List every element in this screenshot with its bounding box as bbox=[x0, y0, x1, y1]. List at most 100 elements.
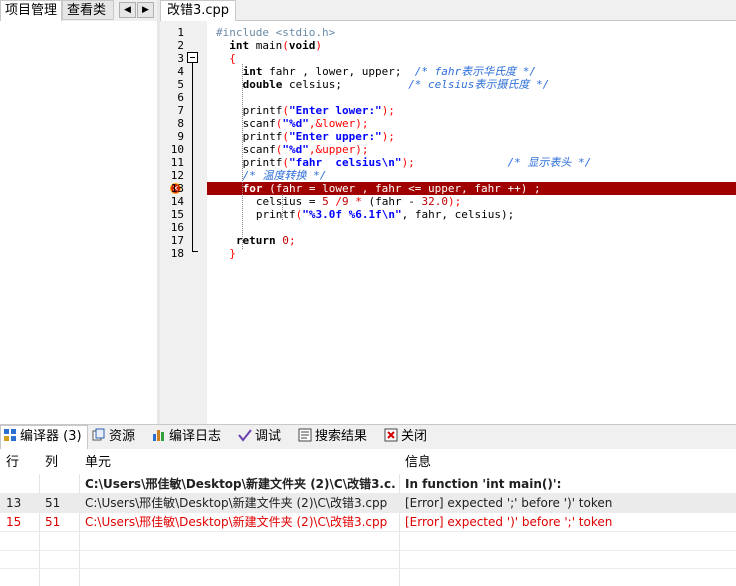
code-line: for (fahr = lower , fahr <= upper, fahr … bbox=[243, 182, 541, 195]
code-line: scanf("%d",&lower); bbox=[243, 117, 369, 130]
code-token: ( bbox=[282, 130, 289, 143]
code-token: ; bbox=[288, 234, 296, 247]
search-results-icon bbox=[298, 428, 312, 442]
code-line: } bbox=[229, 247, 236, 260]
code-token: "Enter lower:" bbox=[288, 104, 382, 117]
project-panel bbox=[0, 0, 157, 424]
tab-file[interactable]: 改错3.cpp bbox=[160, 0, 237, 21]
code-token: ); bbox=[447, 195, 462, 208]
code-line: /* 温度转换 */ bbox=[243, 169, 327, 182]
code-token: "%3.0f %6.1f\n" bbox=[302, 208, 402, 221]
tab-resources[interactable]: 资源 bbox=[92, 427, 135, 447]
code-token: int bbox=[229, 39, 250, 52]
tab-debug[interactable]: 调试 bbox=[238, 427, 281, 447]
code-token: void bbox=[288, 39, 316, 52]
code-line: printf("%3.0f %6.1f\n", fahr, celsius); bbox=[256, 208, 514, 221]
code-token: /* celsius表示摄氏度 */ bbox=[408, 78, 550, 91]
line-number: 3 bbox=[177, 52, 184, 65]
message-cell-info[interactable]: [Error] expected ')' before ';' token bbox=[405, 513, 735, 531]
line-number: 8 bbox=[177, 117, 184, 130]
tab-scroll-right-button[interactable]: ▶ bbox=[137, 2, 154, 18]
code-token: * bbox=[348, 195, 369, 208]
line-number: 16 bbox=[170, 221, 184, 234]
code-line: return 0; bbox=[236, 234, 296, 247]
code-token: ); bbox=[401, 156, 415, 169]
tab-scroll-left-button[interactable]: ◀ bbox=[119, 2, 136, 18]
message-cell-unit[interactable]: C:\Users\邢佳敏\Desktop\新建文件夹 (2)\C\改错3.cpp bbox=[85, 513, 395, 531]
message-cell-info[interactable]: In function 'int main()': bbox=[405, 475, 735, 493]
code-token: ); bbox=[381, 104, 395, 117]
message-cell-col[interactable] bbox=[45, 475, 75, 493]
tab-close-label: 关闭 bbox=[401, 429, 428, 444]
column-header-unit[interactable]: 单元 bbox=[85, 452, 111, 474]
code-token: 0 bbox=[275, 234, 289, 247]
line-number: 15 bbox=[170, 208, 184, 221]
code-token: ( bbox=[282, 156, 289, 169]
code-line: printf("fahr celsius\n"); /* 显示表头 */ bbox=[243, 156, 592, 169]
code-token: scanf bbox=[242, 117, 276, 130]
code-token: printf bbox=[255, 208, 296, 221]
line-number: 6 bbox=[177, 91, 184, 104]
line-number: 9 bbox=[177, 130, 184, 143]
message-cell-col[interactable]: 51 bbox=[45, 513, 75, 531]
code-token: main bbox=[249, 39, 283, 52]
code-token: celsius = bbox=[255, 195, 323, 208]
line-number: 18 bbox=[170, 247, 184, 260]
code-token: "Enter upper:" bbox=[288, 130, 382, 143]
code-token: #include <stdio.h> bbox=[216, 26, 336, 39]
column-divider bbox=[39, 474, 40, 586]
checkmark-icon bbox=[238, 428, 252, 442]
line-number: 14 bbox=[170, 195, 184, 208]
tab-compiler[interactable]: 编译器 (3) bbox=[0, 425, 88, 449]
tab-close[interactable]: 关闭 bbox=[384, 427, 427, 447]
fold-toggle-icon[interactable] bbox=[187, 52, 198, 63]
code-token: double bbox=[242, 78, 283, 91]
code-line: printf("Enter lower:"); bbox=[243, 104, 395, 117]
tab-resources-label: 资源 bbox=[109, 429, 136, 444]
code-token: fahr , lower, upper; bbox=[262, 65, 415, 78]
tab-search-results[interactable]: 搜索结果 bbox=[298, 427, 367, 447]
column-header-info[interactable]: 信息 bbox=[405, 452, 431, 474]
tab-search-results-label: 搜索结果 bbox=[315, 429, 368, 444]
code-token: } bbox=[229, 247, 236, 260]
close-icon bbox=[384, 428, 398, 442]
tab-compiler-label: 编译器 (3) bbox=[20, 429, 82, 444]
line-number: 11 bbox=[170, 156, 184, 169]
tab-class-view[interactable]: 查看类 bbox=[62, 0, 114, 20]
fold-line bbox=[192, 63, 193, 252]
line-number: 12 bbox=[170, 169, 184, 182]
code-line: celsius = 5 /9 * (fahr - 32.0); bbox=[256, 195, 461, 208]
tab-compile-log[interactable]: 编译日志 bbox=[152, 427, 221, 447]
line-number: 7 bbox=[177, 104, 184, 117]
code-line: #include <stdio.h> bbox=[216, 26, 335, 39]
indent-guide bbox=[282, 194, 283, 220]
line-number: 5 bbox=[177, 78, 184, 91]
message-cell-unit[interactable]: C:\Users\邢佳敏\Desktop\新建文件夹 (2)\C\改错3.cpp bbox=[85, 494, 395, 512]
compiler-grid-icon bbox=[3, 428, 17, 442]
code-token: "fahr celsius\n" bbox=[288, 156, 402, 169]
code-token: ( bbox=[282, 104, 289, 117]
code-token: ); bbox=[381, 130, 395, 143]
code-token: celsius; bbox=[282, 78, 409, 91]
code-line: printf("Enter upper:"); bbox=[243, 130, 395, 143]
column-divider bbox=[399, 474, 400, 586]
editor-tab-strip bbox=[160, 0, 736, 21]
column-header-col[interactable]: 列 bbox=[45, 452, 58, 474]
code-token: printf bbox=[242, 104, 283, 117]
tab-project-manager[interactable]: 项目管理 bbox=[0, 0, 62, 21]
code-line: int fahr , lower, upper; /* fahr表示华氏度 */ bbox=[243, 65, 536, 78]
line-number: 10 bbox=[170, 143, 184, 156]
code-token: /* 显示表头 */ bbox=[507, 156, 592, 169]
row-divider bbox=[0, 568, 736, 569]
column-header-line[interactable]: 行 bbox=[6, 452, 19, 474]
code-token: 5 bbox=[322, 195, 329, 208]
message-cell-info[interactable]: [Error] expected ';' before ')' token bbox=[405, 494, 735, 512]
code-token: "%d" bbox=[282, 143, 309, 156]
message-cell-line[interactable]: 13 bbox=[6, 494, 36, 512]
message-cell-col[interactable]: 51 bbox=[45, 494, 75, 512]
message-cell-line[interactable]: 15 bbox=[6, 513, 36, 531]
tab-debug-label: 调试 bbox=[255, 429, 282, 444]
message-cell-unit[interactable]: C:\Users\邢佳敏\Desktop\新建文件夹 (2)\C\改错3.c..… bbox=[85, 475, 395, 493]
message-cell-line[interactable] bbox=[6, 475, 36, 493]
